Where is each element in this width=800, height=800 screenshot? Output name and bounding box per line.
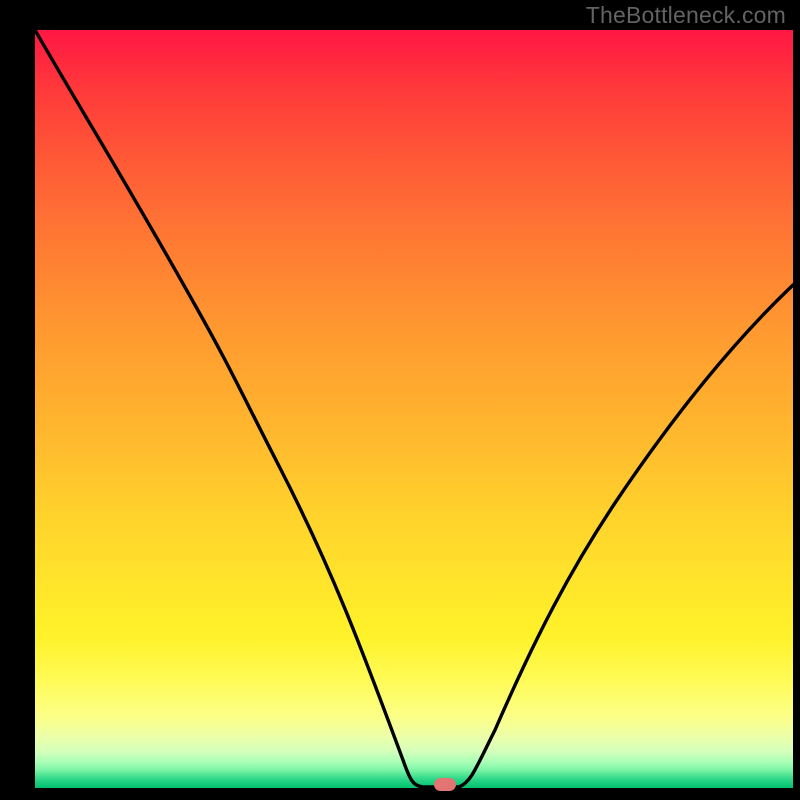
plot-area <box>35 30 793 788</box>
bottleneck-curve-path <box>35 30 793 787</box>
chart-stage: TheBottleneck.com <box>0 0 800 800</box>
optimum-marker <box>434 778 456 791</box>
curve-svg <box>35 30 793 788</box>
attribution-text: TheBottleneck.com <box>586 2 786 29</box>
